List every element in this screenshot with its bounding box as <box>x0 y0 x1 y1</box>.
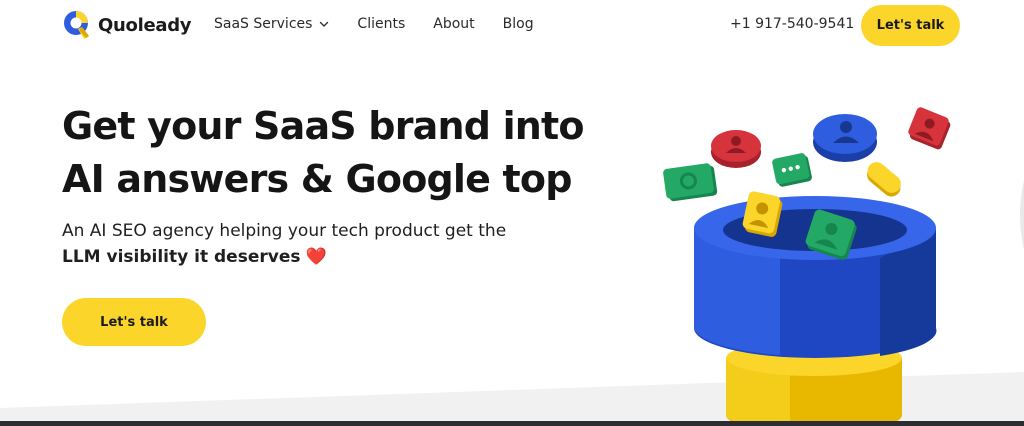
person-card-icon <box>813 114 877 162</box>
logo[interactable]: Quoleady <box>62 9 192 41</box>
nav-item-label: Blog <box>502 16 534 32</box>
lets-talk-header-button[interactable]: Let's talk <box>861 5 960 46</box>
logo-text: Quoleady <box>98 14 192 36</box>
nav-item-saas-services[interactable]: SaaS Services <box>214 16 329 32</box>
phone-link[interactable]: +1 917-540-9541 <box>730 16 854 32</box>
lets-talk-hero-button[interactable]: Let's talk <box>62 298 206 346</box>
edge-decoration <box>1020 180 1024 250</box>
main-nav: SaaS Services Clients About Blog <box>214 16 562 32</box>
chat-bubble-icon <box>772 153 812 187</box>
nav-item-clients[interactable]: Clients <box>357 16 405 32</box>
heart-emoji: ❤️ <box>305 247 328 267</box>
nav-item-about[interactable]: About <box>433 16 474 32</box>
nav-item-label: Clients <box>357 16 406 32</box>
person-card-icon <box>908 107 951 150</box>
nav-item-label: About <box>433 16 475 32</box>
logo-q-icon <box>64 11 89 39</box>
hero-title: Get your SaaS brand into AI answers & Go… <box>62 100 622 206</box>
hero-subtitle-line-1: An AI SEO agency helping your tech produ… <box>62 221 507 241</box>
hero-title-line-1: Get your SaaS brand into <box>62 104 585 148</box>
nav-item-label: SaaS Services <box>214 16 313 32</box>
hero-subtitle-strong: LLM visibility it deserves <box>62 247 301 267</box>
landing-page: Quoleady SaaS Services Clients About Blo… <box>0 0 1024 426</box>
site-header: Quoleady SaaS Services Clients About Blo… <box>0 0 1024 50</box>
bottom-dark-strip <box>0 421 1024 426</box>
funnel-illustration <box>663 107 951 426</box>
chevron-down-icon <box>320 21 329 27</box>
person-card-icon <box>711 130 761 168</box>
hero-subtitle: An AI SEO agency helping your tech produ… <box>62 218 582 270</box>
phone-card-icon <box>663 163 718 202</box>
hero-title-line-2: AI answers & Google top <box>62 157 572 201</box>
nav-item-blog[interactable]: Blog <box>503 16 534 32</box>
yellow-token <box>867 162 901 197</box>
